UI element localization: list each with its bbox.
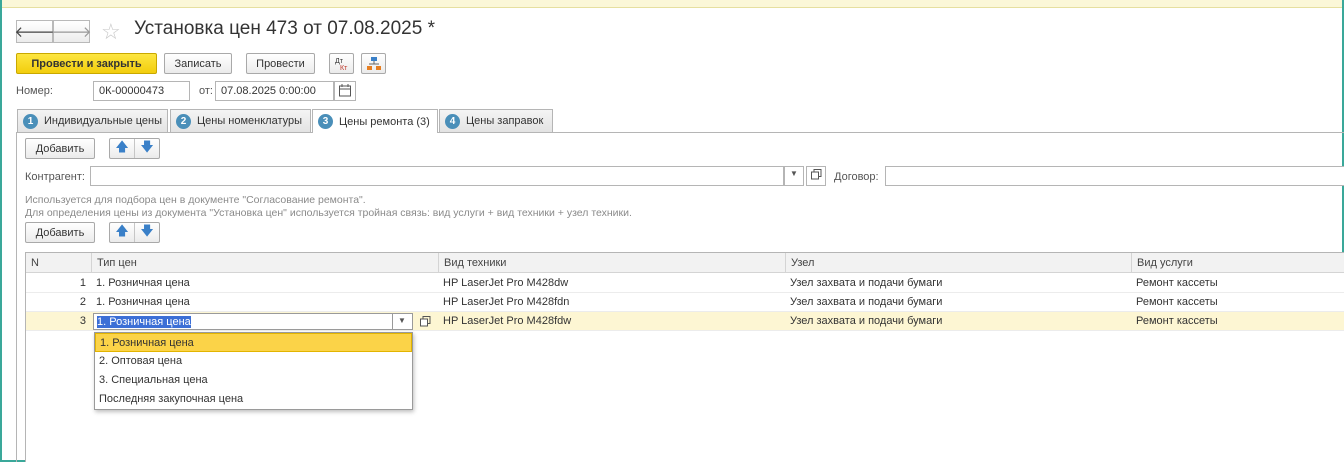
tab-individual-prices[interactable]: 1 Индивидуальные цены [17, 109, 168, 132]
page-title: Установка цен 473 от 07.08.2025 * [134, 18, 435, 39]
dropdown-option[interactable]: 3. Специальная цена [95, 371, 412, 390]
price-type-editor[interactable]: 1. Розничная цена [93, 313, 393, 330]
price-type-cell[interactable]: 1. Розничная цена [91, 274, 438, 293]
row-number: 1 [79, 277, 86, 289]
service-cell[interactable]: Ремонт кассеты [1131, 293, 1344, 312]
tab-number-badge: 2 [176, 113, 191, 129]
structure-icon [366, 56, 381, 70]
row-number: 2 [79, 296, 86, 308]
counterparty-open-button[interactable] [806, 166, 826, 186]
dt-kt-button[interactable]: Дт Кт [329, 53, 354, 74]
note-line-1: Используется для подбора цен в документе… [25, 194, 366, 206]
add-button[interactable]: Добавить [25, 138, 95, 159]
price-type-editor-text: 1. Розничная цена [97, 316, 191, 328]
node-cell[interactable]: Узел захвата и подачи бумаги [785, 293, 1132, 312]
svg-text:Кт: Кт [340, 65, 348, 72]
back-button[interactable]: 🡐 [14, 20, 55, 43]
dropdown-option[interactable]: 2. Оптовая цена [95, 352, 412, 371]
table-header: N Тип цен Вид техники Узел Вид услуги [26, 253, 1344, 273]
equipment-cell[interactable]: HP LaserJet Pro M428fdw [438, 312, 785, 331]
dt-kt-icon: Дт Кт [335, 58, 348, 72]
chevron-down-icon: ▼ [398, 316, 406, 325]
note-line-2: Для определения цены из документа "Устан… [25, 207, 632, 219]
row-move-buttons: 🡅 🡇 [109, 222, 160, 243]
price-type-cell[interactable]: 1. Розничная цена [91, 293, 438, 312]
equipment-cell[interactable]: HP LaserJet Pro M428fdn [438, 293, 785, 312]
column-header-n[interactable]: N [26, 253, 91, 273]
open-window-icon [420, 316, 431, 327]
price-type-dropdown-button[interactable]: ▼ [393, 313, 413, 330]
svg-text:Дт: Дт [335, 58, 344, 65]
node-cell[interactable]: Узел захвата и подачи бумаги [785, 274, 1132, 293]
price-type-open-button[interactable] [418, 314, 434, 333]
tab-label: Цены ремонта (3) [339, 115, 430, 128]
tab-repair-prices[interactable]: 3 Цены ремонта (3) [312, 109, 438, 133]
save-button[interactable]: Записать [164, 53, 232, 74]
tab-label: Цены номенклатуры [197, 115, 303, 127]
table-row[interactable]: 2 1. Розничная цена HP LaserJet Pro M428… [26, 293, 1344, 312]
service-cell[interactable]: Ремонт кассеты [1131, 274, 1344, 293]
number-field[interactable]: 0К-00000473 [93, 81, 190, 101]
tab-number-badge: 3 [318, 114, 333, 129]
column-header-price-type[interactable]: Тип цен [91, 253, 438, 273]
post-button[interactable]: Провести [246, 53, 315, 74]
arrow-down-icon[interactable]: 🡇 [135, 223, 159, 242]
table-row-selected[interactable]: 3 1. Розничная цена ▼ HP LaserJet Pro M4… [26, 312, 1344, 331]
tab-label: Цены заправок [466, 115, 544, 127]
date-field[interactable]: 07.08.2025 0:00:00 [215, 81, 334, 101]
chevron-down-icon: ▼ [790, 169, 798, 178]
tab-number-badge: 4 [445, 113, 460, 129]
table-row[interactable]: 1 1. Розничная цена HP LaserJet Pro M428… [26, 274, 1344, 293]
arrow-up-icon[interactable]: 🡅 [110, 139, 135, 158]
column-header-node[interactable]: Узел [785, 253, 1132, 273]
dropdown-option[interactable]: Последняя закупочная цена [95, 390, 412, 409]
tab-nomenclature-prices[interactable]: 2 Цены номенклатуры [170, 109, 311, 132]
column-header-equipment[interactable]: Вид техники [438, 253, 785, 273]
node-cell[interactable]: Узел захвата и подачи бумаги [785, 312, 1132, 331]
star-icon[interactable]: ☆ [101, 19, 121, 45]
forward-button[interactable]: 🡒 [51, 20, 92, 43]
counterparty-field[interactable] [90, 166, 784, 186]
service-cell[interactable]: Ремонт кассеты [1131, 312, 1344, 331]
add-row-button[interactable]: Добавить [25, 222, 95, 243]
calendar-icon [339, 84, 351, 97]
calendar-button[interactable] [334, 81, 356, 101]
equipment-cell[interactable]: HP LaserJet Pro M428dw [438, 274, 785, 293]
tab-refill-prices[interactable]: 4 Цены заправок [439, 109, 553, 132]
contract-label: Договор: [834, 171, 879, 183]
contract-field[interactable] [885, 166, 1344, 186]
row-number: 3 [79, 315, 86, 327]
column-header-service[interactable]: Вид услуги [1131, 253, 1344, 273]
tab-label: Индивидуальные цены [44, 115, 163, 127]
date-label: от: [199, 85, 213, 97]
post-and-close-button[interactable]: Провести и закрыть [16, 53, 157, 74]
price-type-dropdown-list: 1. Розничная цена 2. Оптовая цена 3. Спе… [94, 332, 413, 410]
arrow-down-icon[interactable]: 🡇 [135, 139, 159, 158]
counterparty-label: Контрагент: [25, 171, 85, 183]
dropdown-option-selected[interactable]: 1. Розничная цена [95, 333, 412, 352]
arrow-up-icon[interactable]: 🡅 [110, 223, 135, 242]
number-label: Номер: [16, 85, 53, 97]
tab-number-badge: 1 [23, 113, 38, 129]
counterparty-dropdown-button[interactable]: ▼ [784, 166, 804, 186]
arrow-left-icon: 🡐 [14, 24, 55, 41]
arrow-right-icon: 🡒 [51, 24, 92, 41]
move-buttons: 🡅 🡇 [109, 138, 160, 159]
open-window-icon [811, 169, 822, 180]
structure-button[interactable] [361, 53, 386, 74]
